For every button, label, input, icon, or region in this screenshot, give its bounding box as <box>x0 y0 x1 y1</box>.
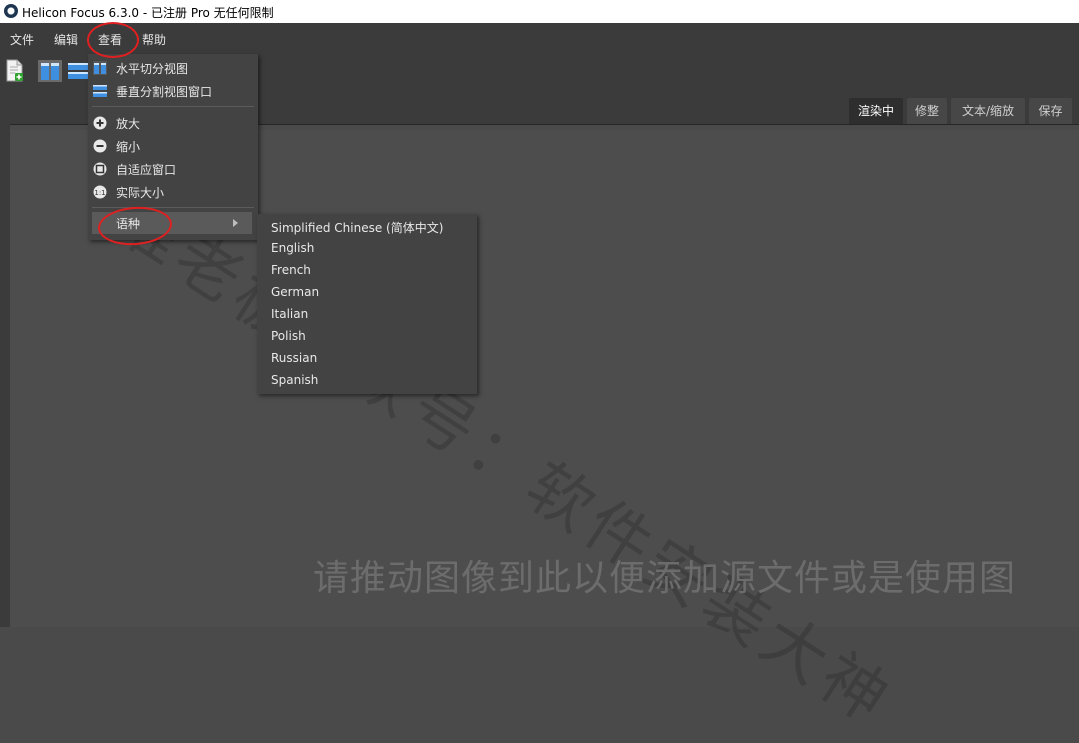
language-option[interactable]: Simplified Chinese (简体中文) <box>271 219 443 236</box>
menu-separator <box>92 106 254 107</box>
menu-item-label: 放大 <box>116 117 141 131</box>
menu-item-label: 实际大小 <box>116 186 165 200</box>
window-title: Helicon Focus 6.3.0 - 已注册 Pro 无任何限制 <box>22 6 274 20</box>
submenu-arrow-icon <box>233 219 238 227</box>
horizontal-split-icon <box>93 61 107 75</box>
horizontal-split-button[interactable] <box>38 60 62 82</box>
actual-size-icon: 1:1 <box>93 185 107 199</box>
tab-text-scale[interactable]: 文本/缩放 <box>951 98 1025 124</box>
vertical-split-button[interactable] <box>66 60 90 82</box>
language-option[interactable]: Russian <box>271 351 317 365</box>
menu-item-label: 自适应窗口 <box>116 163 177 177</box>
zoom-in-icon <box>93 116 107 130</box>
menu-item-label: 缩小 <box>116 140 141 154</box>
left-panel-edge <box>0 124 10 627</box>
language-submenu: Simplified Chinese (简体中文) English French… <box>257 214 477 394</box>
menu-item-label: 水平切分视图 <box>116 62 189 76</box>
title-bar: Helicon Focus 6.3.0 - 已注册 Pro 无任何限制 <box>0 0 1079 23</box>
menu-edit[interactable]: 编辑 <box>54 31 78 48</box>
menu-file[interactable]: 文件 <box>10 31 34 48</box>
menu-item-horizontal-split[interactable]: 水平切分视图 <box>88 57 258 79</box>
menu-separator <box>92 207 254 208</box>
menu-help[interactable]: 帮助 <box>142 31 166 48</box>
zoom-out-icon <box>93 139 107 153</box>
menu-item-vertical-split[interactable]: 垂直分割视图窗口 <box>88 80 258 102</box>
vertical-split-icon <box>93 85 107 97</box>
annotation-circle-view-menu <box>87 22 139 58</box>
language-option[interactable]: English <box>271 241 314 255</box>
drop-hint-text: 请推动图像到此以便添加源文件或是使用图 <box>313 558 1017 599</box>
menu-bar: 文件 编辑 查看 帮助 <box>0 23 1079 54</box>
svg-text:1:1: 1:1 <box>94 189 105 197</box>
menu-item-label: 垂直分割视图窗口 <box>116 85 213 99</box>
language-option[interactable]: German <box>271 285 319 299</box>
tab-save[interactable]: 保存 <box>1029 98 1072 124</box>
fit-window-icon <box>93 162 107 176</box>
menu-item-actual-size[interactable]: 1:1 实际大小 <box>88 181 258 203</box>
language-option[interactable]: Polish <box>271 329 306 343</box>
language-option[interactable]: Spanish <box>271 373 318 387</box>
tab-rendering[interactable]: 渲染中 <box>849 98 903 124</box>
language-option[interactable]: Italian <box>271 307 308 321</box>
language-option[interactable]: French <box>271 263 311 277</box>
add-files-icon[interactable] <box>6 59 23 82</box>
menu-item-zoom-out[interactable]: 缩小 <box>88 135 258 157</box>
menu-item-zoom-in[interactable]: 放大 <box>88 112 258 134</box>
menu-item-fit-window[interactable]: 自适应窗口 <box>88 158 258 180</box>
helicon-app-icon <box>4 4 18 18</box>
tab-retouch[interactable]: 修整 <box>907 98 947 124</box>
